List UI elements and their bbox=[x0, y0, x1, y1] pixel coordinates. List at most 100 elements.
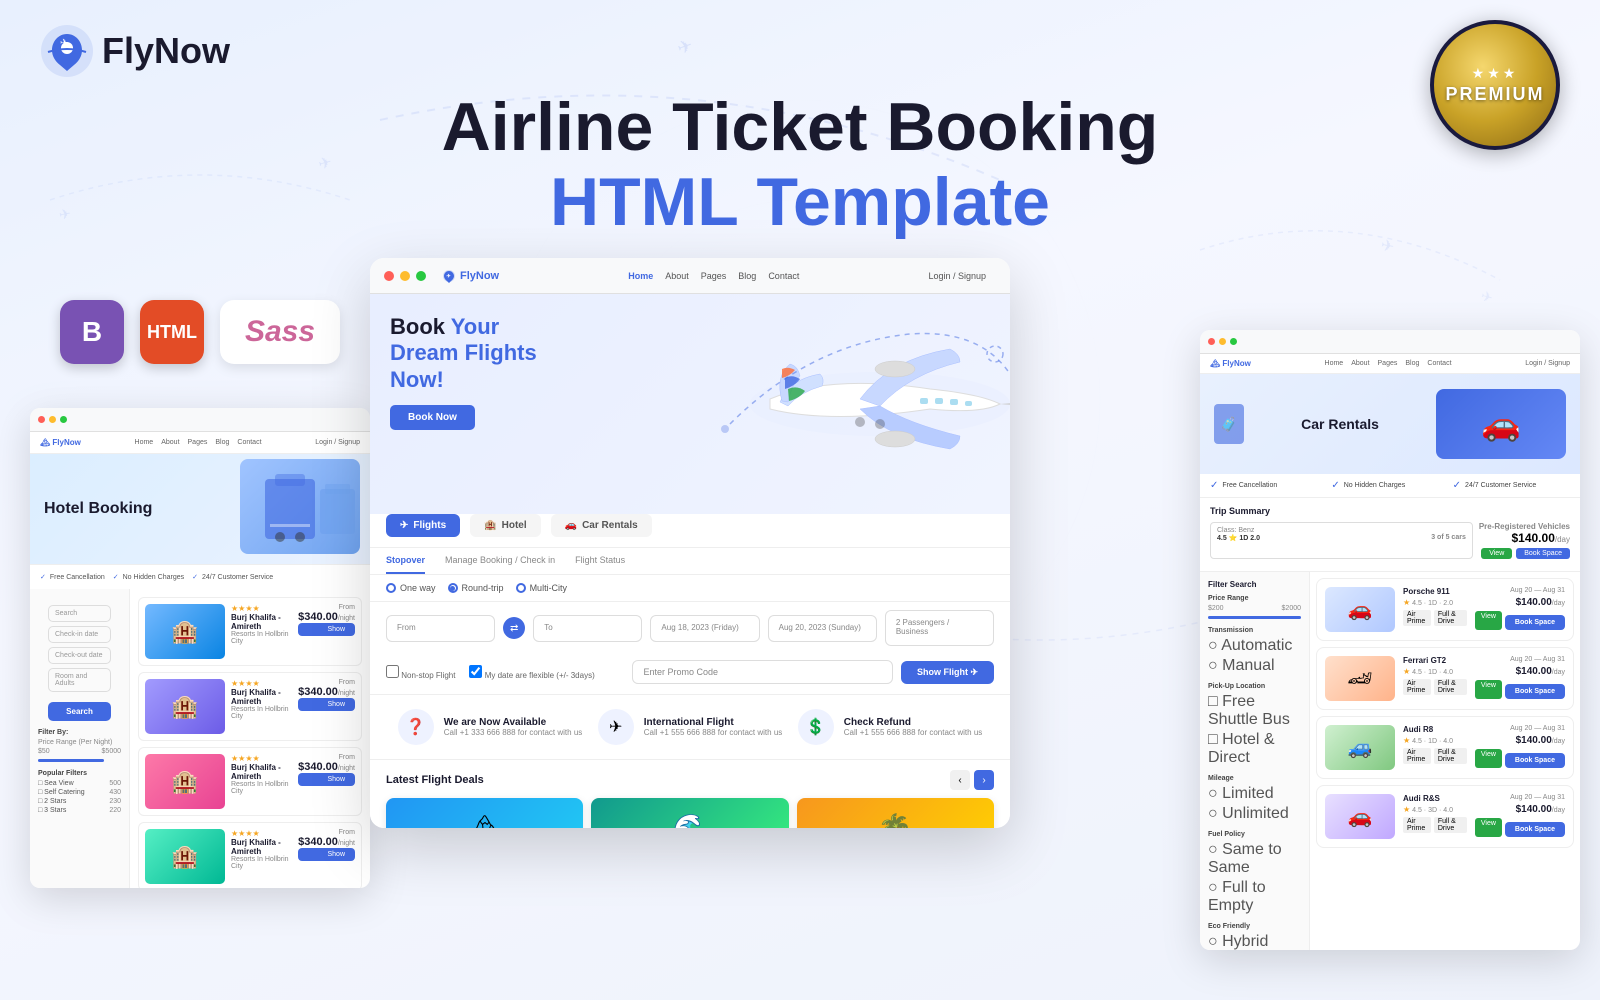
nav-login[interactable]: Login / Signup bbox=[928, 271, 986, 281]
car-view-2[interactable]: View bbox=[1475, 680, 1502, 699]
hotel-info-2: ★★★★ Burj Khalifa - Amireth Resorts In H… bbox=[231, 679, 292, 734]
deal-card-1[interactable]: 🏔 bbox=[386, 798, 583, 828]
car-login: Login / Signup bbox=[1525, 360, 1570, 367]
hotel-nav: 🏔 FlyNow Home About Pages Blog Contact L… bbox=[30, 432, 370, 454]
show-flights-button[interactable]: Show Flight ✈ bbox=[901, 661, 994, 684]
tab-flights[interactable]: ✈ Flights bbox=[386, 514, 460, 537]
deal-card-3[interactable]: 🌴 bbox=[797, 798, 994, 828]
nonstop-checkbox[interactable] bbox=[386, 665, 399, 678]
sass-badge: Sass bbox=[220, 300, 340, 364]
flexible-checkbox[interactable] bbox=[469, 665, 482, 678]
nav-pages[interactable]: Pages bbox=[701, 271, 727, 281]
promo-code-input[interactable]: Enter Promo Code bbox=[632, 660, 892, 684]
luggage-icon: 🧳 bbox=[1214, 404, 1244, 444]
car-view-3[interactable]: View bbox=[1475, 749, 1502, 768]
car-book-4[interactable]: Book Space bbox=[1505, 822, 1565, 837]
hotel-info-4: ★★★★ Burj Khalifa - Amireth Resorts In H… bbox=[231, 829, 292, 884]
depart-date-field[interactable]: Aug 18, 2023 (Friday) bbox=[650, 615, 759, 642]
automatic-option[interactable]: ○ Automatic bbox=[1208, 637, 1301, 655]
nav-about[interactable]: About bbox=[665, 271, 689, 281]
limited-option[interactable]: ○ Limited bbox=[1208, 785, 1301, 803]
car-right-1: Aug 20 — Aug 31 $140.00/day View Book Sp… bbox=[1475, 587, 1565, 630]
car-dot-red bbox=[1208, 338, 1215, 345]
filter-self-catering[interactable]: □ Self Catering430 bbox=[38, 789, 121, 796]
international-icon: ✈ bbox=[598, 709, 634, 745]
radio-row: One way Round-trip Multi-City bbox=[370, 575, 1010, 602]
car-name-3: Audi R8 bbox=[1403, 725, 1467, 734]
hotel-card-2: 🏨 ★★★★ Burj Khalifa - Amireth Resorts In… bbox=[138, 672, 362, 741]
shuttle-option[interactable]: □ Free Shuttle Bus bbox=[1208, 693, 1301, 729]
to-field[interactable]: To bbox=[533, 615, 642, 642]
deal-card-2[interactable]: 🌊 bbox=[591, 798, 788, 828]
hotel-book-4[interactable]: Show bbox=[298, 848, 355, 861]
check-in-field[interactable]: Check-in date bbox=[48, 626, 111, 643]
check-out-field[interactable]: Check-out date bbox=[48, 647, 111, 664]
passengers-field[interactable]: 2 Passengers / Business bbox=[885, 610, 994, 646]
available-desc: Call +1 333 666 888 for contact with us bbox=[444, 728, 583, 737]
hotel-cards-col: 🏨 ★★★★ Burj Khalifa - Amireth Resorts In… bbox=[130, 589, 370, 888]
radio-round-trip[interactable]: Round-trip bbox=[448, 583, 504, 593]
nav-contact[interactable]: Contact bbox=[768, 271, 799, 281]
logo[interactable]: ✈ FlyNow bbox=[40, 24, 230, 78]
hotel-feature-2: ✓ No Hidden Charges bbox=[113, 573, 184, 581]
deal-img-1: 🏔 bbox=[386, 798, 583, 828]
hotel-book-1[interactable]: Show bbox=[298, 623, 355, 636]
hero-book: Book bbox=[390, 314, 451, 339]
sub-tab-stopover[interactable]: Stopover bbox=[386, 548, 425, 574]
hotel-img-4: 🏨 bbox=[145, 829, 225, 884]
hotel-book-3[interactable]: Show bbox=[298, 773, 355, 786]
filter-3stars[interactable]: □ 3 Stars220 bbox=[38, 807, 121, 814]
hotel-direct-option[interactable]: □ Hotel & Direct bbox=[1208, 731, 1301, 767]
trip-class-field[interactable]: Class: Benz 4.5 ⭐ 1D 2.0 3 of 5 cars bbox=[1210, 522, 1473, 559]
filter-sea-view[interactable]: □ Sea View500 bbox=[38, 780, 121, 787]
unlimited-option[interactable]: ○ Unlimited bbox=[1208, 805, 1301, 823]
car-check-1: ✓ bbox=[1210, 480, 1218, 491]
hotel-feature-1: ✓ Free Cancellation bbox=[40, 573, 105, 581]
hotel-mockup: 🏔 FlyNow Home About Pages Blog Contact L… bbox=[30, 408, 370, 888]
radio-one-way[interactable]: One way bbox=[386, 583, 436, 593]
manual-option[interactable]: ○ Manual bbox=[1208, 657, 1301, 675]
car-content-row: Filter Search Price Range $200$2000 Tran… bbox=[1200, 572, 1580, 950]
flexible-checkbox-label[interactable]: My date are flexible (+/- 3days) bbox=[469, 665, 594, 680]
from-field[interactable]: From bbox=[386, 615, 495, 642]
tab-hotel[interactable]: 🏨 Hotel bbox=[470, 514, 540, 537]
car-book-2[interactable]: Book Space bbox=[1505, 684, 1565, 699]
tabs-row: ✈ Flights 🏨 Hotel 🚗 Car Rentals bbox=[386, 514, 994, 537]
same-same-option[interactable]: ○ Same to Same bbox=[1208, 841, 1301, 877]
sub-tab-status[interactable]: Flight Status bbox=[575, 548, 625, 574]
car-price-range[interactable] bbox=[1208, 616, 1301, 619]
car-view-1[interactable]: View bbox=[1475, 611, 1502, 630]
car-feature-2: ✓ No Hidden Charges bbox=[1331, 480, 1448, 491]
book-now-button[interactable]: Book Now bbox=[390, 405, 475, 430]
hotel-book-2[interactable]: Show bbox=[298, 698, 355, 711]
tab-car-rentals[interactable]: 🚗 Car Rentals bbox=[551, 514, 652, 537]
deal-img-3: 🌴 bbox=[797, 798, 994, 828]
full-empty-option[interactable]: ○ Full to Empty bbox=[1208, 879, 1301, 915]
filter-2stars[interactable]: □ 2 Stars230 bbox=[38, 798, 121, 805]
swap-button[interactable]: ⇄ bbox=[503, 617, 525, 639]
hotel-search-field[interactable]: Search bbox=[48, 605, 111, 622]
car-book-3[interactable]: Book Space bbox=[1505, 753, 1565, 768]
hotel-search-button[interactable]: Search bbox=[48, 702, 111, 721]
nonstop-checkbox-label[interactable]: Non-stop Flight bbox=[386, 665, 455, 680]
deals-next-button[interactable]: › bbox=[974, 770, 994, 790]
deals-prev-button[interactable]: ‹ bbox=[950, 770, 970, 790]
header: ✈ FlyNow bbox=[40, 24, 230, 78]
nav-logo-text: FlyNow bbox=[460, 270, 499, 282]
sub-tab-manage[interactable]: Manage Booking / Check in bbox=[445, 548, 555, 574]
car-hero-image: 🚗 bbox=[1436, 389, 1566, 459]
car-browser-bar bbox=[1200, 330, 1580, 354]
car-item-4: 🚗 Audi R&S ★ 4.5 · 3D · 4.0 Air Prime Fu… bbox=[1316, 785, 1574, 848]
radio-multi-city[interactable]: Multi-City bbox=[516, 583, 568, 593]
car-book-1[interactable]: Book Space bbox=[1505, 615, 1565, 630]
room-adults-field[interactable]: Room and Adults bbox=[48, 668, 111, 692]
hybrid-option[interactable]: ○ Hybrid bbox=[1208, 933, 1301, 950]
return-date-field[interactable]: Aug 20, 2023 (Sunday) bbox=[768, 615, 877, 642]
nav-blog[interactable]: Blog bbox=[738, 271, 756, 281]
car-view-4[interactable]: View bbox=[1475, 818, 1502, 837]
trip-view-btn[interactable]: View bbox=[1481, 548, 1512, 559]
trip-book-btn[interactable]: Book Space bbox=[1516, 548, 1570, 559]
car-nav-logo: 🏔 FlyNow bbox=[1210, 359, 1251, 368]
price-range-bar[interactable] bbox=[38, 759, 104, 762]
nav-home[interactable]: Home bbox=[628, 271, 653, 281]
